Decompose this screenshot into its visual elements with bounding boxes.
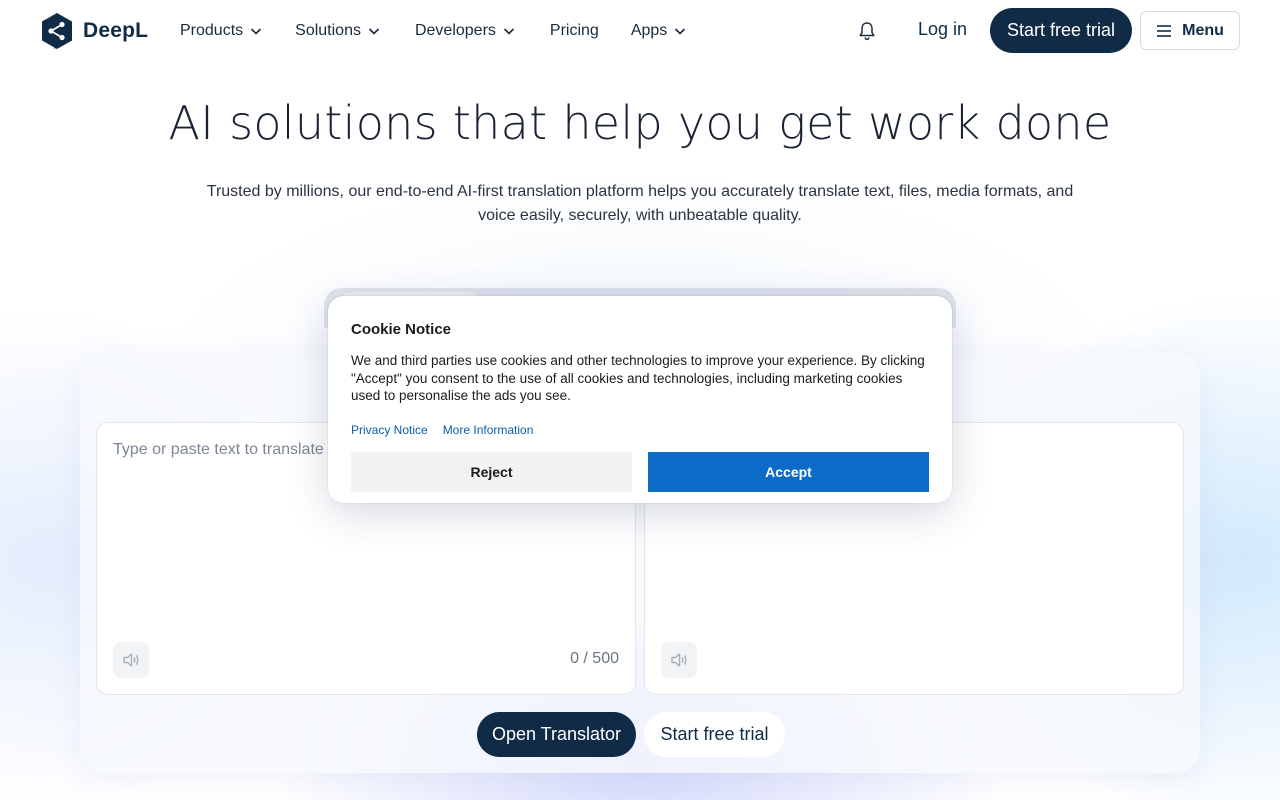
nav-item-apps[interactable]: Apps (631, 22, 687, 40)
deepl-logo-icon (42, 13, 72, 49)
cookie-notice-text: We and third parties use cookies and oth… (351, 353, 925, 403)
nav-item-products[interactable]: Products (180, 22, 263, 40)
nav-item-label: Solutions (295, 22, 361, 39)
hamburger-icon (1157, 24, 1172, 37)
target-listen-button[interactable] (661, 642, 697, 678)
chevron-down-icon (251, 28, 262, 35)
hero-title: AI solutions that help you get work done (168, 96, 1112, 150)
brand-logo[interactable]: DeepL (40, 11, 148, 51)
character-count: 0 / 500 (570, 650, 619, 667)
brand-name: DeepL (83, 19, 149, 42)
nav-item-label: Pricing (549, 22, 599, 39)
start-free-trial-secondary-button[interactable]: Start free trial (644, 712, 785, 757)
nav-item-label: Developers (414, 22, 496, 39)
hero-subtitle: Trusted by millions, our end-to-end AI-f… (206, 183, 1074, 224)
bell-icon[interactable] (856, 20, 878, 42)
reject-cookies-button[interactable]: Reject (351, 452, 632, 492)
speaker-icon (123, 653, 139, 667)
cookie-notice-title: Cookie Notice (351, 321, 452, 338)
nav-item-label: Products (180, 22, 244, 39)
open-translator-button[interactable]: Open Translator (477, 712, 636, 757)
speaker-icon (671, 653, 687, 667)
nav-item-label: Apps (630, 22, 668, 39)
source-text-input[interactable]: Type or paste text to translate (113, 441, 324, 459)
chevron-down-icon (675, 28, 686, 35)
chevron-down-icon (503, 28, 514, 35)
chevron-down-icon (368, 28, 380, 35)
cookie-links: Privacy Notice More Information (351, 423, 533, 437)
nav-item-developers[interactable]: Developers (415, 22, 516, 40)
cookie-notice-dialog: Cookie Notice We and third parties use c… (328, 296, 952, 503)
start-free-trial-button[interactable]: Start free trial (990, 8, 1132, 53)
source-listen-button[interactable] (113, 642, 149, 678)
accept-cookies-button[interactable]: Accept (648, 452, 929, 492)
more-information-link[interactable]: More Information (443, 423, 534, 437)
login-link[interactable]: Log in (918, 19, 967, 40)
site-header: DeepL Products Solutions Developers Pric… (0, 0, 1280, 62)
privacy-notice-link[interactable]: Privacy Notice (351, 423, 428, 437)
menu-button[interactable]: Menu (1140, 11, 1240, 50)
nav-item-solutions[interactable]: Solutions (295, 22, 381, 40)
nav-item-pricing[interactable]: Pricing (550, 22, 599, 40)
main-nav: Products Solutions Developers Pricing Ap… (180, 0, 687, 62)
menu-label: Menu (1182, 21, 1224, 39)
